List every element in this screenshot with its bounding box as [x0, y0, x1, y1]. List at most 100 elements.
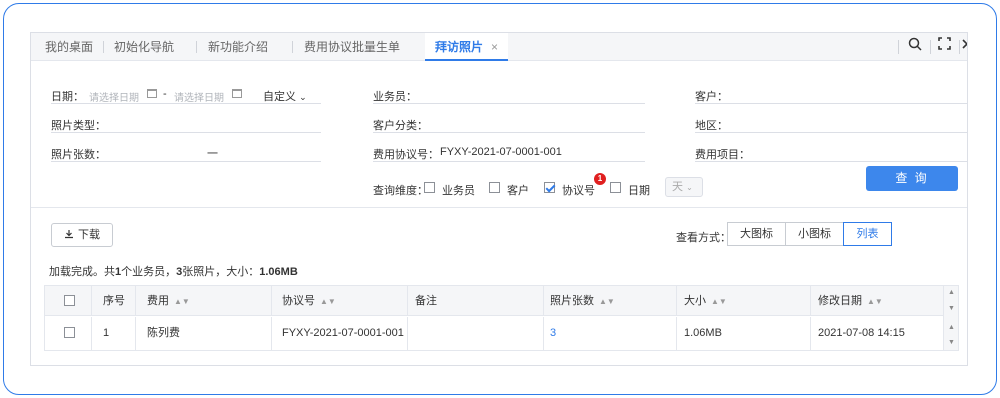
photo-type-input[interactable]: [51, 132, 321, 133]
tab-visit-photos[interactable]: 拜访照片 ×: [425, 33, 509, 61]
tab-batch-order[interactable]: 费用协议批量生单: [304, 33, 400, 61]
row-expense: 陈列费: [136, 317, 272, 350]
field-underline: [51, 161, 321, 162]
row-photo-count-cell: 3: [544, 317, 677, 350]
column-agreement[interactable]: 协议号 ▲▼: [272, 286, 408, 315]
close-tab-icon[interactable]: ×: [491, 40, 498, 54]
summary-text: 加载完成。共: [49, 266, 115, 278]
dimension-date-checkbox[interactable]: [610, 182, 621, 193]
tab-label: 初始化导航: [114, 40, 175, 54]
column-modified[interactable]: 修改日期 ▲▼: [811, 286, 944, 315]
dimension-customer-label: 客户: [507, 185, 529, 197]
summary-text: 张照片，大小：: [182, 266, 260, 278]
search-icon[interactable]: [905, 37, 925, 57]
tab-new-features[interactable]: 新功能介绍: [208, 33, 268, 61]
tab-divider: [292, 41, 293, 53]
dimension-date-label: 日期: [628, 185, 650, 197]
field-underline: [373, 161, 645, 162]
toolbar-divider: [898, 40, 899, 54]
date-unit-value: 天: [672, 181, 683, 193]
sort-icon[interactable]: ▲▼: [599, 297, 615, 306]
row-select-cell: [45, 317, 92, 350]
select-all-cell: [45, 286, 92, 315]
column-label: 协议号: [282, 295, 315, 307]
row-checkbox[interactable]: [64, 327, 75, 338]
notification-badge: 1: [594, 173, 606, 185]
tab-label: 我的桌面: [45, 40, 94, 54]
view-small-icons[interactable]: 小图标: [785, 222, 844, 246]
sort-icon[interactable]: ▲▼: [867, 297, 883, 306]
region-input[interactable]: [695, 132, 967, 133]
agreement-input[interactable]: FYXY-2021-07-0001-001: [440, 146, 562, 158]
column-label: 照片张数: [550, 295, 594, 307]
sort-icon[interactable]: ▲▼: [320, 297, 336, 306]
download-button[interactable]: 下载: [51, 223, 113, 247]
photo-count-range[interactable]: 一: [207, 145, 218, 161]
date-unit-select[interactable]: 天 ⌄: [665, 177, 703, 197]
customer-category-input[interactable]: [373, 132, 645, 133]
column-photo-count[interactable]: 照片张数 ▲▼: [544, 286, 677, 315]
table-row[interactable]: 1 陈列费 FYXY-2021-07-0001-001 3 1.06MB 202…: [45, 317, 944, 350]
fullscreen-icon[interactable]: [934, 37, 954, 57]
close-icon[interactable]: [961, 37, 967, 57]
table-header: 序号 费用 ▲▼ 协议号 ▲▼ 备注 照片张数 ▲▼ 大小 ▲▼ 修改日期 ▲▼: [45, 286, 944, 316]
column-index: 序号: [92, 286, 136, 315]
dimension-salesman-checkbox[interactable]: [424, 182, 435, 193]
calendar-icon[interactable]: [147, 89, 157, 98]
tab-bar: 我的桌面 初始化导航 新功能介绍 费用协议批量生单 拜访照片 ×: [31, 33, 967, 61]
visit-photos-panel: 我的桌面 初始化导航 新功能介绍 费用协议批量生单 拜访照片 × 日期： 请选择日…: [30, 32, 968, 366]
date-mode-select[interactable]: 自定义 ⌄: [263, 88, 307, 104]
dimension-customer-checkbox[interactable]: [489, 182, 500, 193]
dimension-agreement-checkbox[interactable]: [544, 182, 555, 193]
column-expense[interactable]: 费用 ▲▼: [136, 286, 272, 315]
date-mode-value: 自定义: [263, 91, 296, 103]
field-underline: [51, 103, 321, 104]
calendar-icon[interactable]: [232, 89, 242, 98]
summary-text: 个业务员，: [121, 266, 177, 278]
customer-category-label: 客户分类：: [373, 120, 428, 132]
dimension-label: 查询维度：: [373, 185, 428, 197]
row-size: 1.06MB: [677, 317, 811, 350]
photo-count-link[interactable]: 3: [550, 327, 556, 339]
customer-label: 客户：: [695, 91, 728, 103]
scroll-down-icon[interactable]: ▼: [944, 303, 959, 315]
column-label: 修改日期: [818, 295, 862, 307]
query-button[interactable]: 查 询: [866, 166, 958, 191]
scroll-up-icon[interactable]: ▲: [944, 287, 959, 299]
tab-my-desktop[interactable]: 我的桌面: [45, 33, 93, 61]
customer-input[interactable]: [695, 103, 967, 104]
column-label: 大小: [684, 295, 706, 307]
section-divider: [31, 207, 967, 208]
agreement-label: 费用协议号：: [373, 149, 439, 161]
sort-icon[interactable]: ▲▼: [174, 297, 190, 306]
download-label: 下载: [78, 229, 100, 241]
vertical-scrollbar[interactable]: ▲ ▼ ▲ ▼: [943, 286, 958, 350]
tab-label: 拜访照片: [435, 40, 484, 54]
dimension-salesman-label: 业务员: [442, 185, 475, 197]
scroll-up-icon[interactable]: ▲: [944, 322, 959, 334]
date-start-input[interactable]: 请选择日期: [89, 89, 139, 104]
salesman-input[interactable]: [373, 103, 645, 104]
view-large-icons[interactable]: 大图标: [727, 222, 786, 246]
row-index: 1: [92, 317, 136, 350]
column-remark: 备注: [408, 286, 544, 315]
row-modified: 2021-07-08 14:15: [818, 327, 905, 339]
region-label: 地区：: [695, 120, 728, 132]
column-size[interactable]: 大小 ▲▼: [677, 286, 811, 315]
salesman-label: 业务员：: [373, 91, 417, 103]
column-label: 费用: [147, 295, 169, 307]
select-all-checkbox[interactable]: [64, 295, 75, 306]
tab-init-navigation[interactable]: 初始化导航: [114, 33, 174, 61]
expense-item-label: 费用项目：: [695, 149, 750, 161]
date-end-input[interactable]: 请选择日期: [174, 89, 224, 104]
expense-item-input[interactable]: [695, 161, 967, 162]
tab-label: 费用协议批量生单: [304, 40, 401, 54]
tab-label: 新功能介绍: [208, 40, 269, 54]
download-icon: [65, 230, 73, 239]
view-list[interactable]: 列表: [843, 222, 892, 246]
date-range-separator: -: [163, 88, 167, 100]
scroll-down-icon[interactable]: ▼: [944, 337, 959, 349]
sort-icon[interactable]: ▲▼: [711, 297, 727, 306]
toolbar-divider: [959, 40, 960, 54]
date-label: 日期：: [51, 91, 84, 103]
